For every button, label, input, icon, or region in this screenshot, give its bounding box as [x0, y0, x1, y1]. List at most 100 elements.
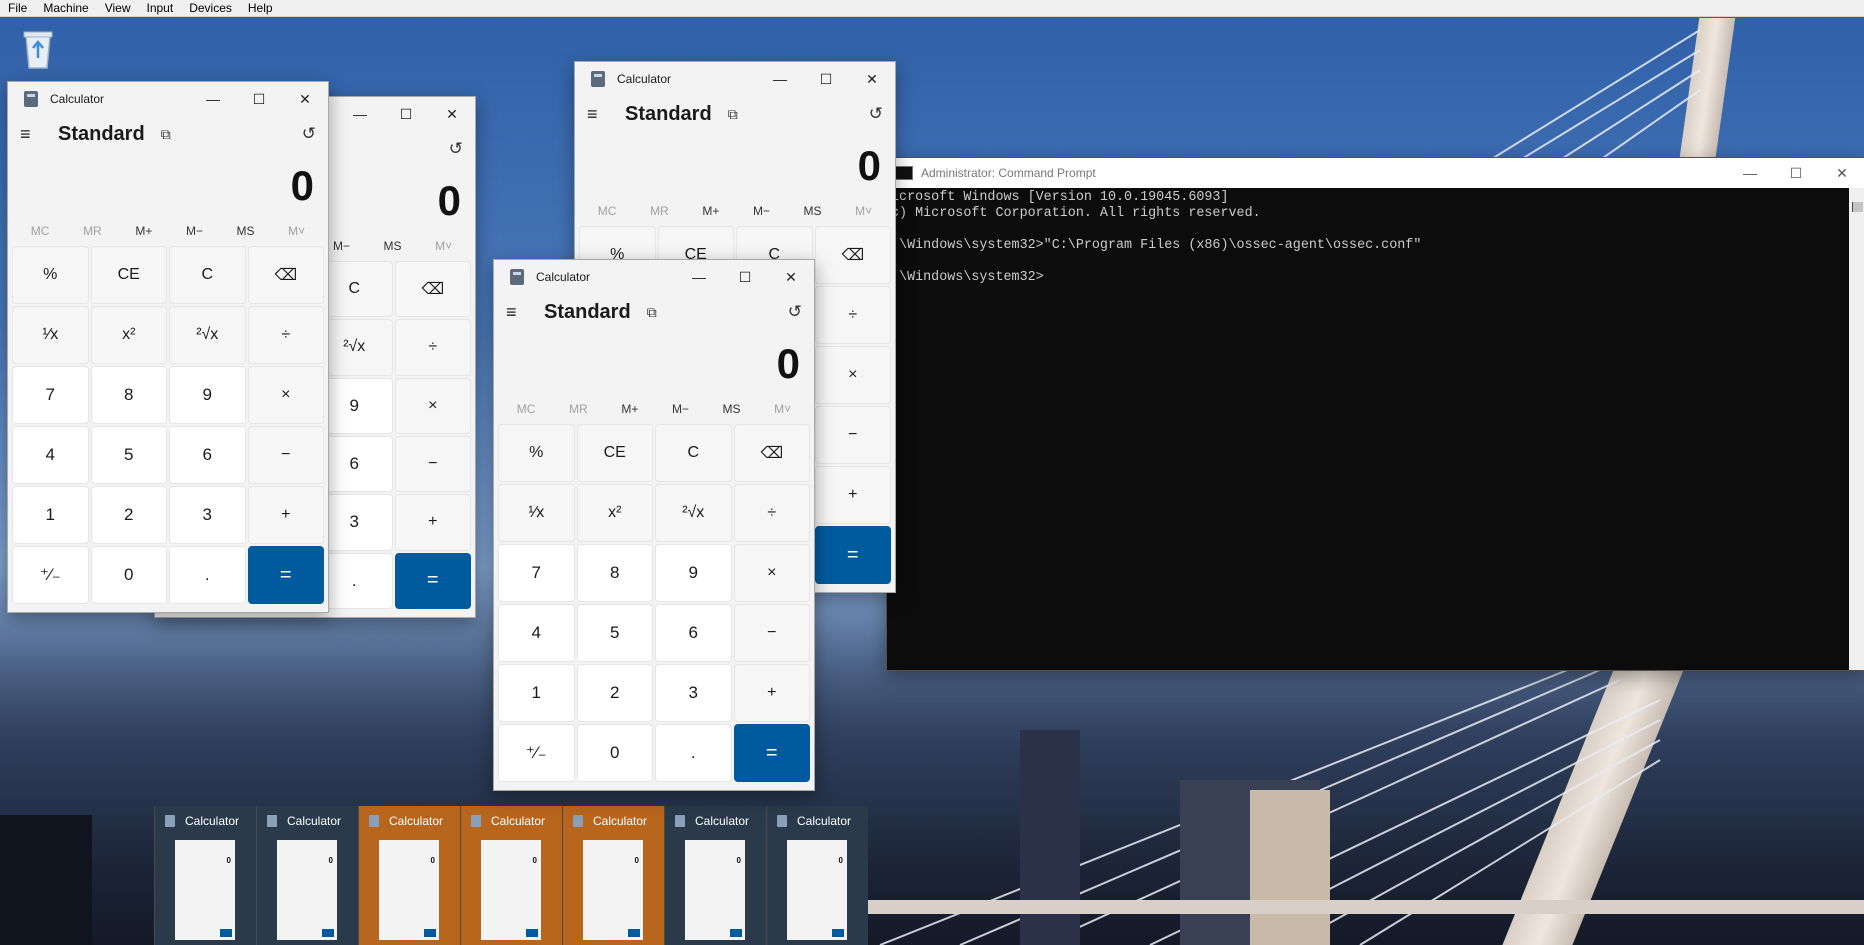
history-icon[interactable]: ↺	[302, 124, 316, 144]
calc-key[interactable]: CE	[576, 424, 653, 482]
taskbar-thumbnail[interactable]: Calculator 0	[766, 806, 868, 945]
keep-on-top-icon[interactable]: ⧉	[161, 126, 171, 143]
history-icon[interactable]: ↺	[869, 104, 883, 124]
cmd-maximize-button[interactable]: ☐	[1773, 165, 1819, 182]
memory-button[interactable]: MR	[569, 398, 588, 420]
memory-button[interactable]: M+	[702, 200, 719, 222]
equals-button[interactable]: =	[247, 546, 324, 604]
calc-key[interactable]: +	[733, 664, 810, 722]
calc-key[interactable]: −	[814, 406, 891, 464]
calculator-window[interactable]: Calculator — ☐ ✕ ≡ Standard ⧉ ↺ 0 MC MR M+…	[493, 259, 815, 791]
calc-key[interactable]: 3	[655, 664, 732, 722]
memory-button[interactable]: MR	[650, 200, 669, 222]
calc-key[interactable]: 4	[498, 604, 575, 662]
calc-key[interactable]: ×	[814, 346, 891, 404]
maximize-button[interactable]: ☐	[722, 269, 768, 286]
menu-view[interactable]: View	[97, 0, 139, 16]
memory-button[interactable]: M˅	[435, 235, 452, 257]
calc-key[interactable]: ⁺⁄₋	[498, 724, 575, 782]
calc-key[interactable]: ¹⁄x	[12, 306, 89, 364]
calc-key[interactable]: 1	[12, 486, 89, 544]
cmd-output[interactable]: icrosoft Windows [Version 10.0.19045.609…	[887, 188, 1864, 288]
equals-button[interactable]: =	[814, 526, 891, 584]
calc-key[interactable]: .	[655, 724, 732, 782]
calc-key[interactable]: +	[247, 486, 324, 544]
calc-key[interactable]: ²√x	[169, 306, 246, 364]
calc-key[interactable]: ⁺⁄₋	[12, 546, 89, 604]
calc-key[interactable]: 7	[12, 366, 89, 424]
calculator-window[interactable]: Calculator — ☐ ✕ ≡ Standard ⧉ ↺ 0 MC MR M+…	[7, 81, 329, 613]
calc-key[interactable]: ¹⁄x	[498, 484, 575, 542]
calc-key[interactable]: .	[169, 546, 246, 604]
memory-button[interactable]: MR	[83, 220, 102, 242]
calc-key[interactable]: 5	[576, 604, 653, 662]
menu-icon[interactable]: ≡	[20, 124, 46, 145]
minimize-button[interactable]: —	[337, 106, 383, 122]
equals-button[interactable]: =	[394, 552, 471, 609]
taskbar-thumbnail[interactable]: Calculator 0	[154, 806, 256, 945]
calc-key[interactable]: 9	[655, 544, 732, 602]
calc-key[interactable]: +	[814, 466, 891, 524]
menu-input[interactable]: Input	[139, 0, 182, 16]
maximize-button[interactable]: ☐	[236, 91, 282, 108]
calc-key[interactable]: x²	[90, 306, 167, 364]
memory-button[interactable]: MC	[598, 200, 617, 222]
calc-key[interactable]: 2	[576, 664, 653, 722]
memory-button[interactable]: M+	[135, 220, 152, 242]
calc-key[interactable]: ⌫	[247, 246, 324, 304]
cmd-scrollbar[interactable]	[1849, 188, 1864, 670]
calc-key[interactable]: CE	[90, 246, 167, 304]
calc-key[interactable]: 6	[655, 604, 732, 662]
command-prompt-window[interactable]: Administrator: Command Prompt — ☐ ✕ icro…	[886, 157, 1864, 671]
menu-file[interactable]: File	[0, 0, 35, 16]
history-icon[interactable]: ↺	[449, 139, 463, 159]
calc-key[interactable]: 4	[12, 426, 89, 484]
recycle-bin-icon[interactable]	[18, 26, 58, 70]
calc-key[interactable]: 6	[169, 426, 246, 484]
calc-key[interactable]: %	[12, 246, 89, 304]
taskbar-thumbnail[interactable]: Calculator 0	[256, 806, 358, 945]
memory-button[interactable]: M˅	[855, 200, 872, 222]
memory-button[interactable]: MC	[31, 220, 50, 242]
memory-button[interactable]: M˅	[774, 398, 791, 420]
calc-key[interactable]: ×	[394, 377, 471, 434]
equals-button[interactable]: =	[733, 724, 810, 782]
calc-key[interactable]: 0	[90, 546, 167, 604]
keep-on-top-icon[interactable]: ⧉	[728, 106, 738, 123]
menu-devices[interactable]: Devices	[181, 0, 240, 16]
cmd-minimize-button[interactable]: —	[1727, 165, 1773, 181]
calc-key[interactable]: −	[733, 604, 810, 662]
memory-button[interactable]: MS	[804, 200, 822, 222]
calc-key[interactable]: 8	[576, 544, 653, 602]
calc-key[interactable]: ×	[733, 544, 810, 602]
history-icon[interactable]: ↺	[788, 302, 802, 322]
calc-key[interactable]: −	[247, 426, 324, 484]
cmd-close-button[interactable]: ✕	[1819, 165, 1864, 182]
calc-key[interactable]: −	[394, 435, 471, 493]
calc-key[interactable]: ×	[247, 366, 324, 424]
taskbar-thumbnail[interactable]: Calculator 0	[358, 806, 460, 945]
calc-key[interactable]: ⌫	[394, 261, 471, 318]
keep-on-top-icon[interactable]: ⧉	[647, 304, 657, 321]
calc-key[interactable]: C	[169, 246, 246, 304]
calc-key[interactable]: 7	[498, 544, 575, 602]
menu-machine[interactable]: Machine	[35, 0, 96, 16]
cmd-titlebar[interactable]: Administrator: Command Prompt — ☐ ✕	[887, 158, 1864, 188]
minimize-button[interactable]: —	[676, 269, 722, 285]
menu-icon[interactable]: ≡	[587, 104, 613, 125]
calc-key[interactable]: 1	[498, 664, 575, 722]
taskbar-thumbnail[interactable]: Calculator 0	[562, 806, 664, 945]
memory-button[interactable]: M˅	[288, 220, 305, 242]
maximize-button[interactable]: ☐	[803, 71, 849, 88]
calc-key[interactable]: 5	[90, 426, 167, 484]
minimize-button[interactable]: —	[190, 91, 236, 107]
calc-key[interactable]: %	[498, 424, 575, 482]
close-button[interactable]: ✕	[768, 269, 814, 286]
calc-key[interactable]: ²√x	[655, 484, 732, 542]
calculator-titlebar[interactable]: Calculator — ☐ ✕	[575, 62, 895, 96]
taskbar-thumbnail[interactable]: Calculator 0	[664, 806, 766, 945]
calculator-titlebar[interactable]: Calculator — ☐ ✕	[494, 260, 814, 294]
memory-button[interactable]: MC	[517, 398, 536, 420]
calculator-titlebar[interactable]: Calculator — ☐ ✕	[8, 82, 328, 116]
calc-key[interactable]: 0	[576, 724, 653, 782]
